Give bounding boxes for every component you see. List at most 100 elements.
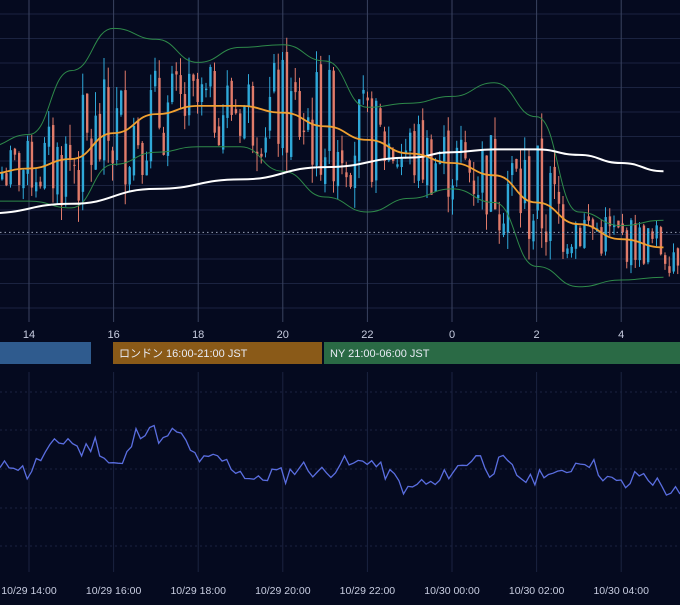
candle-up <box>154 70 157 87</box>
candle-up <box>145 160 148 176</box>
candle-down <box>553 166 556 185</box>
candle-up <box>324 157 327 184</box>
candle-up <box>630 220 633 266</box>
candle-up <box>264 137 267 153</box>
x-tick-label: 4 <box>618 329 624 341</box>
candle-up <box>574 222 578 249</box>
candle-down <box>90 138 93 165</box>
candle-down <box>515 158 518 169</box>
candle-down <box>5 173 8 186</box>
candle-down <box>676 248 680 266</box>
session-label-london: ロンドン 16:00-21:00 JST <box>119 348 248 360</box>
osc-x-tick-label: 10/29 14:00 <box>1 585 57 597</box>
candle-up <box>443 137 446 162</box>
candle-up <box>273 62 276 92</box>
candle-down <box>124 90 127 185</box>
candle-down <box>319 64 323 175</box>
candle-up <box>362 89 365 94</box>
candle-up <box>222 115 225 150</box>
candle-down <box>302 130 306 133</box>
candle-down <box>234 109 238 114</box>
candle-down <box>39 181 42 187</box>
candle-down <box>664 255 667 264</box>
candle-up <box>9 150 12 185</box>
candle-down <box>60 155 63 206</box>
candle-down <box>621 223 624 233</box>
candle-up <box>128 167 131 185</box>
candle-down <box>86 93 89 133</box>
candle-down <box>540 138 544 229</box>
candle-down <box>196 78 199 103</box>
candle-down <box>192 74 195 81</box>
candle-up <box>672 252 675 272</box>
x-tick-label: 14 <box>23 329 35 341</box>
osc-x-tick-label: 10/29 16:00 <box>86 585 142 597</box>
candle-down <box>137 120 140 146</box>
candle-up <box>426 137 429 186</box>
candle-down <box>179 75 182 95</box>
candle-down <box>366 97 369 101</box>
candle-up <box>532 220 535 242</box>
candle-down <box>217 126 221 146</box>
candle-down <box>587 216 590 221</box>
candle-down <box>251 86 255 146</box>
candle-up <box>511 163 514 176</box>
x-tick-label: 22 <box>361 329 373 341</box>
x-tick-label: 2 <box>534 329 540 341</box>
chart-background <box>0 0 680 600</box>
candle-down <box>175 71 178 75</box>
candle-down <box>213 71 216 133</box>
forex-chart-window: 14 16 18 20 22 0 2 4 ロンドン 16:00-21:00 JST NY 21:… <box>0 0 680 600</box>
candle-up <box>460 139 463 153</box>
candle-up <box>481 149 484 193</box>
candle-down <box>230 80 233 115</box>
candle-up <box>47 126 51 147</box>
candle-down <box>345 172 348 178</box>
candle-up <box>209 66 212 87</box>
candle-up <box>566 248 569 254</box>
candle-up <box>506 183 510 233</box>
candle-down <box>617 220 620 228</box>
osc-x-tick-label: 10/30 04:00 <box>593 585 649 597</box>
osc-x-tick-label: 10/30 02:00 <box>509 585 565 597</box>
candle-up <box>103 79 106 161</box>
candle-up <box>307 117 310 130</box>
candle-up <box>243 105 246 139</box>
candle-up <box>35 182 38 192</box>
chart-canvas[interactable]: 14 16 18 20 22 0 2 4 ロンドン 16:00-21:00 JST NY 21:… <box>0 0 680 600</box>
candle-up <box>451 185 454 200</box>
candle-down <box>430 139 433 195</box>
candle-up <box>171 73 174 103</box>
candle-down <box>158 77 161 128</box>
candle-up <box>417 124 420 181</box>
candle-down <box>311 119 314 165</box>
candle-up <box>166 102 170 156</box>
candle-down <box>579 227 582 247</box>
candle-down <box>659 227 663 255</box>
candle-up <box>115 108 119 161</box>
candle-up <box>1 172 4 180</box>
candle-down <box>30 141 34 188</box>
candle-up <box>268 96 272 131</box>
candle-up <box>336 151 340 187</box>
osc-x-tick-label: 10/30 00:00 <box>424 585 480 597</box>
candle-up <box>205 88 208 91</box>
session-block-tokyo <box>0 342 91 364</box>
candle-up <box>22 170 25 189</box>
candle-down <box>625 230 629 262</box>
candle-up <box>315 72 318 166</box>
candle-up <box>200 84 204 102</box>
candle-up <box>404 150 408 153</box>
candle-up <box>536 145 539 211</box>
candle-down <box>239 113 242 136</box>
candle-up <box>477 194 480 199</box>
candle-up <box>247 84 250 107</box>
osc-x-tick-label: 10/29 20:00 <box>255 585 311 597</box>
candle-down <box>260 153 263 157</box>
candle-down <box>332 70 335 182</box>
candle-down <box>545 231 548 243</box>
candle-down <box>383 131 386 161</box>
candle-down <box>562 204 565 252</box>
candle-up <box>81 94 85 192</box>
candle-down <box>379 108 382 125</box>
